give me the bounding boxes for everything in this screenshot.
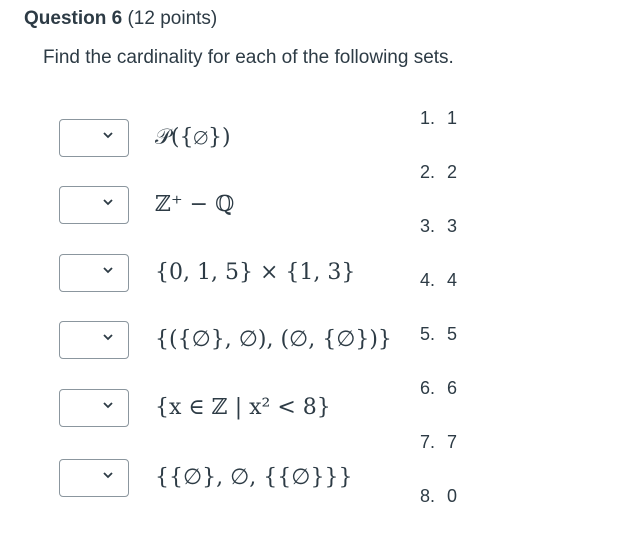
- answer-select-1[interactable]: [59, 119, 129, 157]
- answer-choice: 7. 7: [420, 432, 458, 452]
- set-expression: {{∅}, ∅, {{∅}}}: [155, 465, 353, 490]
- question-points: (12 points): [127, 8, 218, 29]
- answer-choice: 5. 5: [420, 324, 458, 344]
- answer-select-2[interactable]: [59, 186, 129, 224]
- set-expression: {({∅}, ∅), (∅, {∅})}: [155, 327, 392, 352]
- chevron-down-icon: [103, 199, 113, 206]
- answer-choices: 1. 1 2. 2 3. 3 4. 4 5. 5 6. 6 7. 7 8. 0: [420, 0, 480, 541]
- match-row: {{∅}, ∅, {{∅}}}: [59, 459, 399, 499]
- set-expression: ℤ⁺ − ℚ: [155, 192, 235, 217]
- answer-choice: 2. 2: [420, 162, 458, 182]
- match-row: {x ∈ ℤ | x² < 8}: [59, 389, 399, 429]
- answer-choice: 6. 6: [420, 378, 458, 398]
- set-expression: {x ∈ ℤ | x² < 8}: [155, 395, 331, 420]
- question-prompt: Find the cardinality for each of the fol…: [43, 47, 454, 68]
- set-expression: 𝒫({∅}): [155, 125, 231, 150]
- answer-choice: 3. 3: [420, 216, 458, 236]
- answer-choice: 8. 0: [420, 486, 458, 506]
- answer-select-6[interactable]: [59, 459, 129, 497]
- match-row: {0, 1, 5} × {1, 3}: [59, 254, 399, 294]
- match-row: ℤ⁺ − ℚ: [59, 186, 399, 226]
- chevron-down-icon: [103, 472, 113, 479]
- answer-select-4[interactable]: [59, 321, 129, 359]
- set-expression: {0, 1, 5} × {1, 3}: [155, 260, 356, 285]
- answer-choice: 4. 4: [420, 270, 458, 290]
- chevron-down-icon: [103, 334, 113, 341]
- chevron-down-icon: [103, 402, 113, 409]
- chevron-down-icon: [103, 267, 113, 274]
- match-row: {({∅}, ∅), (∅, {∅})}: [59, 321, 399, 361]
- answer-select-3[interactable]: [59, 254, 129, 292]
- question-header: Question 6 (12 points): [24, 8, 217, 30]
- match-row: 𝒫({∅}): [59, 119, 399, 159]
- chevron-down-icon: [103, 132, 113, 139]
- question-title: Question 6: [24, 8, 123, 29]
- answer-choice: 1. 1: [420, 108, 458, 128]
- answer-select-5[interactable]: [59, 389, 129, 427]
